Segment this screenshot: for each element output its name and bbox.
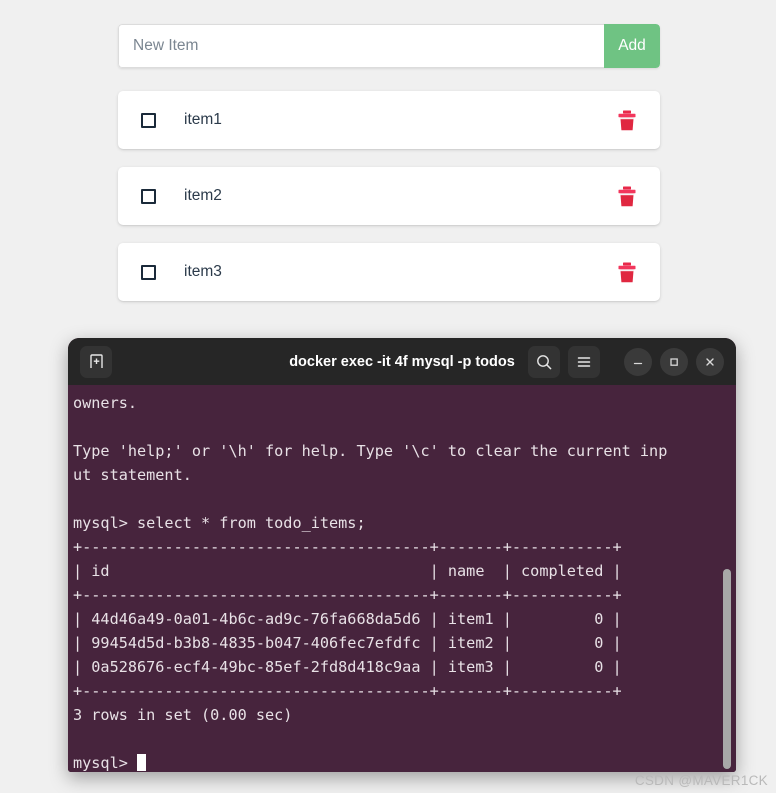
terminal-title-bar[interactable]: docker exec -it 4f mysql -p todos: [68, 338, 736, 385]
search-button[interactable]: [528, 345, 560, 378]
search-icon: [537, 354, 552, 369]
new-tab-icon: [89, 354, 103, 368]
maximize-icon: [670, 357, 678, 366]
todo-item-1: item1: [118, 91, 660, 149]
scrollbar-thumb[interactable]: [723, 569, 731, 769]
app-root: Add item1 item2: [0, 0, 776, 793]
todo-item-3: item3: [118, 243, 660, 301]
hamburger-menu-icon: [577, 356, 591, 367]
todo-checkbox[interactable]: [141, 112, 156, 128]
minimize-button[interactable]: [624, 347, 652, 376]
add-item-row: Add: [118, 24, 660, 68]
close-icon: [706, 357, 714, 366]
terminal-cursor: [137, 754, 147, 771]
new-item-input[interactable]: [118, 24, 604, 68]
todo-app: Add item1 item2: [118, 24, 660, 319]
delete-item-button[interactable]: [614, 259, 640, 285]
maximize-button[interactable]: [660, 347, 688, 376]
terminal-output: owners. Type 'help;' or '\h' for help. T…: [72, 391, 736, 772]
add-button[interactable]: Add: [604, 24, 660, 68]
trash-icon: [618, 110, 636, 130]
terminal-body[interactable]: owners. Type 'help;' or '\h' for help. T…: [68, 385, 736, 772]
todo-item-label: item2: [184, 187, 222, 204]
terminal-window: docker exec -it 4f mysql -p todos owners…: [68, 338, 736, 772]
watermark: CSDN @MAVER1CK: [634, 773, 768, 788]
menu-button[interactable]: [568, 345, 600, 378]
terminal-window-controls: [528, 345, 724, 378]
new-tab-button[interactable]: [80, 345, 112, 378]
todo-item-label: item3: [184, 263, 222, 280]
trash-icon: [618, 186, 636, 206]
delete-item-button[interactable]: [614, 107, 640, 133]
terminal-scrollbar[interactable]: [723, 385, 732, 772]
todo-checkbox[interactable]: [141, 264, 156, 280]
terminal-lines: owners. Type 'help;' or '\h' for help. T…: [73, 394, 668, 772]
todo-item-label: item1: [184, 111, 222, 128]
minimize-icon: [633, 362, 643, 364]
trash-icon: [618, 262, 636, 282]
todo-checkbox[interactable]: [141, 188, 156, 204]
delete-item-button[interactable]: [614, 183, 640, 209]
todo-list: item1 item2 item3: [118, 91, 660, 301]
todo-item-2: item2: [118, 167, 660, 225]
close-button[interactable]: [696, 347, 724, 376]
